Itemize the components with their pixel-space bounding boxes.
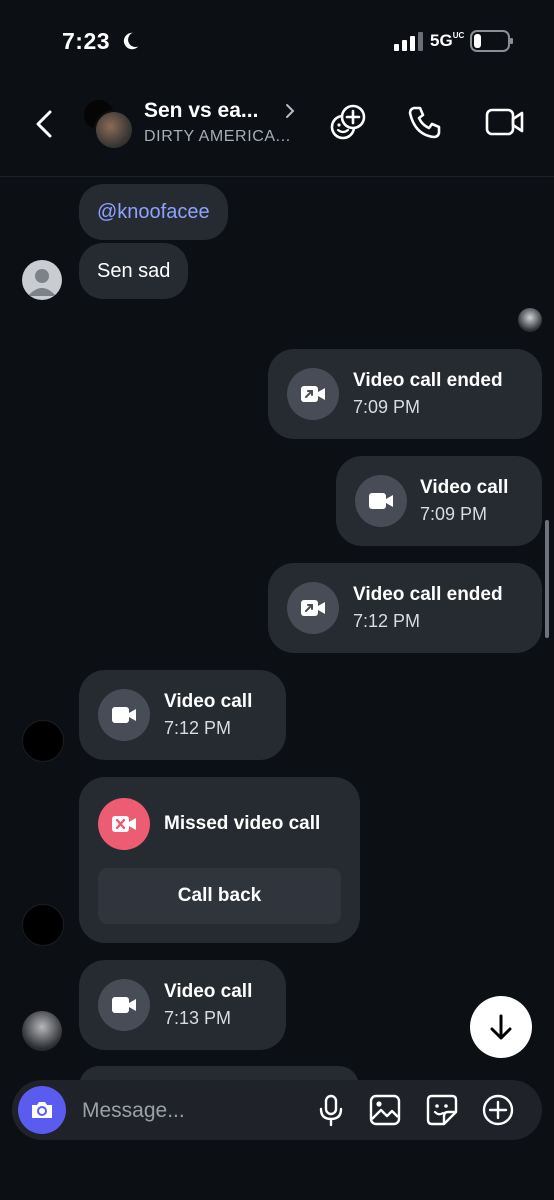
message-bubble[interactable]: @knoofacee [79, 184, 228, 240]
missed-video-icon [98, 798, 150, 850]
call-title: Video call [420, 477, 509, 498]
video-camera-icon [355, 475, 407, 527]
moon-icon [123, 32, 139, 50]
avatar[interactable] [22, 1011, 62, 1051]
missed-call-bubble[interactable]: Missed video call Call back [79, 777, 360, 943]
outgoing-video-icon [287, 368, 339, 420]
chevron-right-icon[interactable] [283, 100, 297, 122]
outgoing-video-icon [287, 582, 339, 634]
call-time: 7:12 PM [353, 611, 421, 631]
message-bubble[interactable]: Sen sad [79, 243, 189, 299]
call-bubble[interactable]: Video call 7:12 PM [79, 670, 286, 760]
microphone-icon[interactable] [313, 1092, 349, 1128]
sticker-icon[interactable] [424, 1092, 460, 1128]
call-time: 7:13 PM [164, 1008, 232, 1028]
gallery-icon[interactable] [367, 1092, 403, 1128]
video-icon[interactable] [485, 102, 525, 142]
phone-icon[interactable] [405, 102, 445, 142]
scroll-down-button[interactable] [470, 996, 532, 1058]
camera-icon [32, 1102, 52, 1118]
call-title: Video call ended [353, 370, 503, 391]
chat-subtitle: DIRTY AMERICA... [144, 128, 291, 145]
call-bubble[interactable]: Video call 7:13 PM [79, 960, 286, 1050]
add-people-icon[interactable] [328, 102, 368, 142]
scrollbar[interactable] [545, 520, 549, 638]
call-time: 7:12 PM [164, 718, 232, 738]
group-avatar[interactable] [84, 100, 134, 150]
avatar[interactable] [22, 720, 64, 762]
call-time: 7:09 PM [353, 397, 421, 417]
chat-title[interactable]: Sen vs ea... [144, 99, 258, 123]
call-bubble[interactable]: Video call 7:09 PM [336, 456, 542, 546]
signal-icon [394, 32, 423, 51]
call-back-button[interactable]: Call back [98, 868, 341, 924]
call-title: Video call [164, 691, 253, 712]
call-title: Video call [164, 981, 253, 1002]
video-camera-icon [98, 689, 150, 741]
video-camera-icon [98, 979, 150, 1031]
default-avatar-icon [28, 269, 56, 296]
network-label: 5GUC [430, 31, 465, 50]
read-receipt-avatar [518, 308, 542, 332]
avatar[interactable] [22, 260, 62, 300]
avatar[interactable] [22, 904, 64, 946]
call-bubble[interactable]: Video call ended 7:12 PM [268, 563, 542, 653]
message-input[interactable] [80, 1093, 304, 1129]
battery-icon [470, 30, 513, 52]
message-text: Sen sad [97, 260, 171, 282]
status-time: 7:23 [62, 28, 111, 54]
plus-icon[interactable] [480, 1092, 516, 1128]
call-time: 7:09 PM [420, 504, 488, 524]
back-icon[interactable] [28, 107, 62, 141]
arrow-down-icon [490, 1014, 512, 1040]
mention-link[interactable]: @knoofacee [97, 201, 210, 223]
call-bubble[interactable]: Video call ended 7:09 PM [268, 349, 542, 439]
call-title: Video call ended [353, 584, 503, 605]
call-title: Missed video call [164, 813, 321, 834]
camera-button[interactable] [18, 1086, 66, 1134]
